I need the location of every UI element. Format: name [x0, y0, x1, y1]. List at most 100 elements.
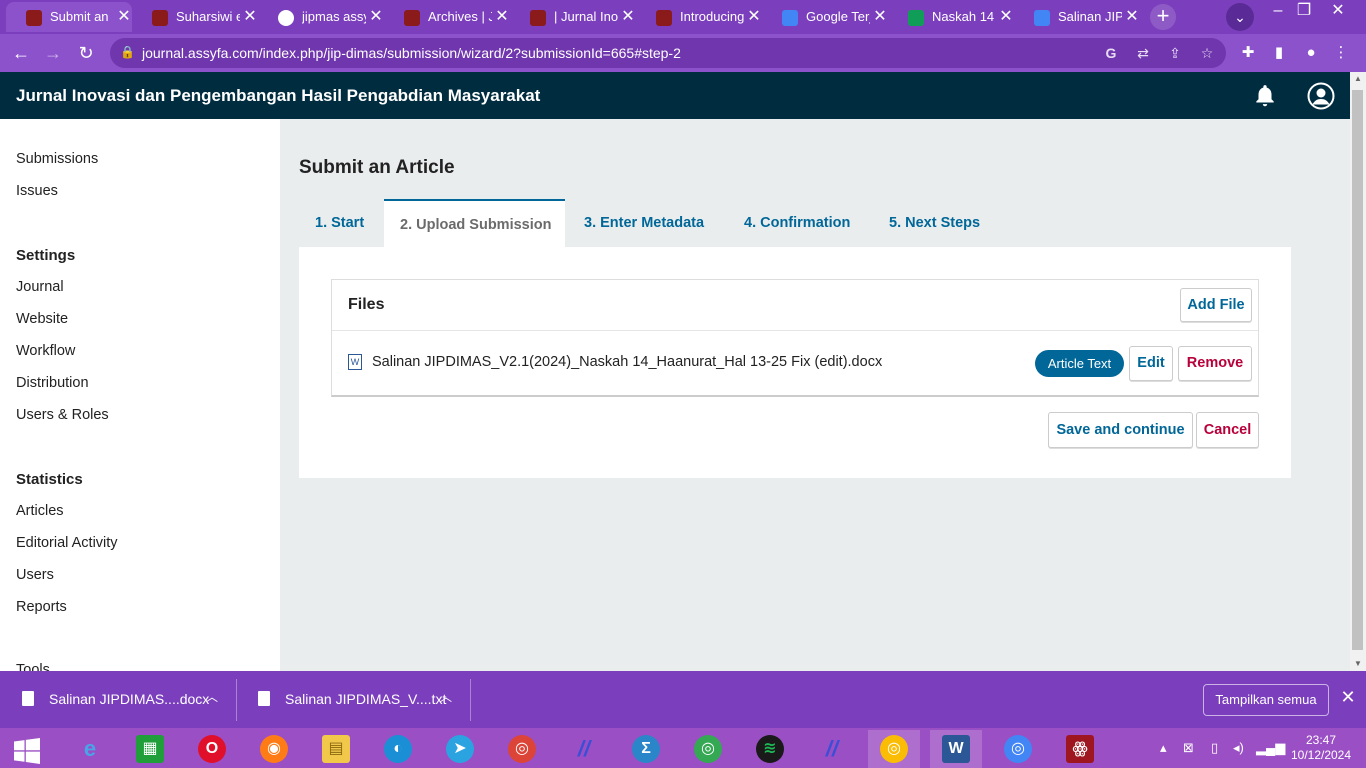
restore-icon[interactable]: ❐: [1286, 0, 1322, 30]
browser-tab-jurnal-inovasi[interactable]: | Jurnal Inovasi ✕: [510, 2, 636, 32]
taskbar-word[interactable]: W: [930, 730, 982, 768]
sidebar-item-website[interactable]: Website: [16, 311, 68, 327]
menu-dots-icon[interactable]: ⋮: [1330, 42, 1352, 64]
tab-step-next-steps[interactable]: 5. Next Steps: [889, 199, 980, 247]
profile-avatar-icon[interactable]: ●: [1300, 42, 1322, 64]
taskbar-chrome-profile-c[interactable]: ◎: [496, 730, 548, 768]
extensions-icon[interactable]: ✚: [1237, 42, 1259, 64]
edit-file-button[interactable]: Edit: [1129, 346, 1173, 381]
chevron-up-icon[interactable]: ︿: [440, 688, 452, 705]
address-bar[interactable]: 🔒 journal.assyfa.com/index.php/jip-dimas…: [110, 38, 1226, 68]
sidebar-item-reports[interactable]: Reports: [16, 599, 67, 615]
reload-icon[interactable]: ↻: [73, 40, 99, 66]
chevron-up-icon[interactable]: ︿: [206, 688, 218, 705]
taskbar-chrome-active[interactable]: ◎: [868, 730, 920, 768]
file-type-badge: Article Text: [1035, 350, 1124, 377]
browser-tab-google-translate[interactable]: Google Terjemahan ✕: [762, 2, 888, 32]
taskbar-store[interactable]: ▦: [124, 730, 176, 768]
taskbar-telegram[interactable]: ➤: [434, 730, 486, 768]
browser-tab-jipmas[interactable]: jipmas assyfa ✕: [258, 2, 384, 32]
browser-tab-suharsiwi[interactable]: Suharsiwi et al ✕: [132, 2, 258, 32]
browser-tab-salinan[interactable]: Salinan JIPDIMAS ✕: [1014, 2, 1140, 32]
start-button[interactable]: [0, 730, 52, 768]
bookmark-star-icon[interactable]: ☆: [1198, 44, 1216, 62]
sidebar-item-editorial-activity[interactable]: Editorial Activity: [16, 535, 118, 551]
close-tab-icon[interactable]: ✕: [619, 7, 637, 27]
volume-icon[interactable]: ◂): [1233, 740, 1244, 756]
files-heading: Files: [348, 296, 385, 313]
browser-tab-introducing[interactable]: Introducing ✕: [636, 2, 762, 32]
close-tab-icon[interactable]: ✕: [997, 7, 1015, 27]
translate-icon[interactable]: ⇄: [1134, 44, 1152, 62]
taskbar-internet-explorer[interactable]: e: [64, 730, 116, 768]
new-tab-button[interactable]: +: [1150, 4, 1176, 30]
sidebar-item-users-roles[interactable]: Users & Roles: [16, 407, 109, 423]
close-downloads-icon[interactable]: ✕: [1338, 687, 1358, 711]
show-hidden-icons-icon[interactable]: ▴: [1160, 740, 1167, 756]
browser-tab-submit-article[interactable]: Submit an Article ✕: [6, 2, 132, 32]
save-and-continue-button[interactable]: Save and continue: [1048, 412, 1193, 448]
taskbar-app-slash[interactable]: //: [558, 730, 610, 768]
remove-file-button[interactable]: Remove: [1178, 346, 1252, 381]
taskbar-chrome[interactable]: ◎: [682, 730, 734, 768]
tab-step-confirmation[interactable]: 4. Confirmation: [744, 199, 850, 247]
taskbar-firefox[interactable]: ◉: [248, 730, 300, 768]
sidebar-item-issues[interactable]: Issues: [16, 183, 58, 199]
tab-step-enter-metadata[interactable]: 3. Enter Metadata: [584, 199, 704, 247]
close-window-icon[interactable]: ✕: [1320, 0, 1356, 30]
taskbar-clock[interactable]: 23:47 10/12/2024: [1286, 733, 1356, 763]
tab-step-start[interactable]: 1. Start: [315, 199, 364, 247]
side-panel-icon[interactable]: ▮: [1268, 42, 1290, 64]
sidebar-item-tools[interactable]: Tools: [16, 662, 50, 671]
browser-tab-naskah[interactable]: Naskah 14 ✕: [888, 2, 1014, 32]
taskbar-edge[interactable]: ◐: [372, 730, 424, 768]
sidebar-item-users[interactable]: Users: [16, 567, 54, 583]
taskbar-opera[interactable]: O: [186, 730, 238, 768]
sidebar-item-articles[interactable]: Articles: [16, 503, 64, 519]
taskbar-file-explorer[interactable]: ▤: [310, 730, 362, 768]
close-tab-icon[interactable]: ✕: [871, 7, 889, 27]
show-all-downloads-button[interactable]: Tampilkan semua: [1203, 684, 1329, 716]
close-tab-icon[interactable]: ✕: [1123, 7, 1141, 27]
share-icon[interactable]: ⇪: [1166, 44, 1184, 62]
close-tab-icon[interactable]: ✕: [241, 7, 259, 27]
forward-icon[interactable]: →: [40, 40, 66, 66]
taskbar-mendeley[interactable]: ꙮ: [1054, 730, 1106, 768]
tab-search-icon[interactable]: ⌄: [1226, 3, 1254, 31]
close-tab-icon[interactable]: ✕: [745, 7, 763, 27]
scroll-up-icon[interactable]: ▲: [1350, 72, 1366, 86]
google-lens-icon[interactable]: G: [1102, 44, 1120, 62]
close-tab-icon[interactable]: ✕: [115, 7, 133, 27]
scrollbar-thumb[interactable]: [1352, 90, 1363, 650]
download-item-txt[interactable]: Salinan JIPDIMAS_V....txt ︿: [236, 671, 470, 728]
store-icon: ▦: [136, 735, 164, 763]
network-status-icon[interactable]: ⊠: [1183, 740, 1194, 756]
sidebar-item-distribution[interactable]: Distribution: [16, 375, 89, 391]
file-name-link[interactable]: Salinan JIPDIMAS_V2.1(2024)_Naskah 14_Ha…: [372, 354, 882, 370]
taskbar-app-slash-2[interactable]: //: [806, 730, 858, 768]
scroll-down-icon[interactable]: ▼: [1350, 657, 1366, 671]
download-item-docx[interactable]: Salinan JIPDIMAS....docx ︿: [0, 671, 236, 728]
taskbar-math-input[interactable]: Σ: [620, 730, 672, 768]
sidebar-item-journal[interactable]: Journal: [16, 279, 64, 295]
browser-tab-archives[interactable]: Archives | Jurnal ✕: [384, 2, 510, 32]
close-tab-icon[interactable]: ✕: [493, 7, 511, 27]
notifications-bell-icon[interactable]: [1252, 83, 1278, 109]
taskbar-spotify[interactable]: ≋: [744, 730, 796, 768]
add-file-button[interactable]: Add File: [1180, 288, 1252, 322]
user-account-icon[interactable]: [1307, 82, 1335, 110]
taskbar-chrome-profile-j[interactable]: ◎: [992, 730, 1044, 768]
cancel-button[interactable]: Cancel: [1196, 412, 1259, 448]
sidebar-item-workflow[interactable]: Workflow: [16, 343, 75, 359]
journal-title[interactable]: Jurnal Inovasi dan Pengembangan Hasil Pe…: [16, 86, 540, 106]
page-scrollbar[interactable]: ▲ ▼: [1350, 72, 1366, 671]
battery-icon[interactable]: ▯: [1211, 740, 1218, 756]
url-text[interactable]: journal.assyfa.com/index.php/jip-dimas/s…: [142, 45, 681, 61]
back-icon[interactable]: ←: [8, 40, 34, 66]
file-explorer-icon: ▤: [322, 735, 350, 763]
sidebar-item-submissions[interactable]: Submissions: [16, 151, 98, 167]
close-tab-icon[interactable]: ✕: [367, 7, 385, 27]
wifi-signal-icon[interactable]: ▂▄▆: [1256, 740, 1285, 756]
tab-step-upload-submission[interactable]: 2. Upload Submission: [384, 199, 565, 247]
edge-icon: ◐: [384, 735, 412, 763]
